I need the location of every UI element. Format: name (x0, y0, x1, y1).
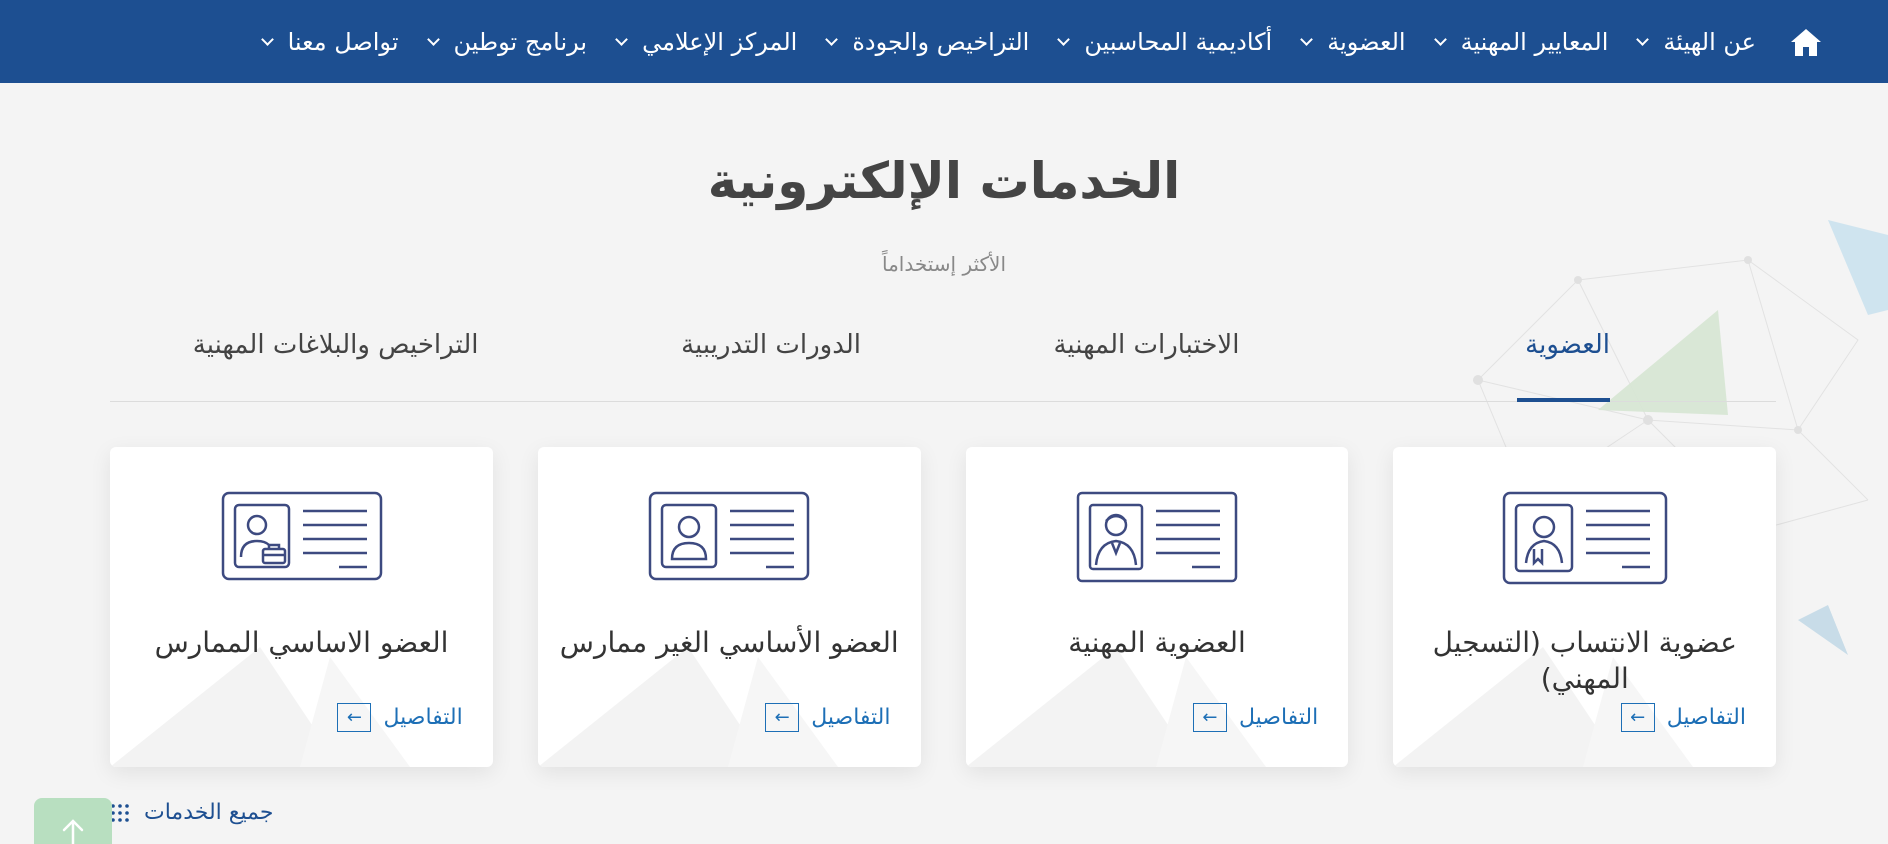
chevron-down-icon (1433, 32, 1447, 46)
tab-professional-exams[interactable]: الاختبارات المهنية (943, 322, 1360, 401)
nav-item-label: التراخيص والجودة (852, 27, 1030, 56)
service-card[interactable]: العضو الاساسي الممارس التفاصيل ← (110, 447, 493, 767)
nav-item-label: عن الهيئة (1663, 27, 1756, 56)
service-card[interactable]: عضوية الانتساب (التسجيل المهني) التفاصيل… (1393, 447, 1776, 767)
chevron-down-icon (615, 32, 628, 46)
service-card[interactable]: العضوية المهنية التفاصيل ← (965, 447, 1349, 767)
card-title: العضو الأساسي الغير ممارس (559, 626, 899, 659)
nav-item-label: تواصل معنا (287, 27, 399, 56)
service-card[interactable]: العضو الأساسي الغير ممارس التفاصيل ← (537, 447, 921, 767)
nav-item-label: المركز الإعلامي (642, 27, 798, 56)
id-card-certificate-icon (1502, 491, 1667, 585)
arrow-left-icon: ← (765, 703, 800, 732)
chevron-down-icon (1057, 32, 1071, 46)
tab-training-courses[interactable]: الدورات التدريبية (527, 322, 944, 401)
tab-label: التراخيص والبلاغات المهنية (192, 330, 479, 360)
page-title: الخدمات الإلكترونية (707, 152, 1181, 210)
chevron-down-icon (1636, 32, 1650, 46)
tab-membership[interactable]: العضوية (1360, 322, 1777, 402)
arrow-left-icon: ← (1192, 703, 1227, 732)
nav-item-label: المعايير المهنية (1460, 27, 1609, 56)
chevron-down-icon (260, 32, 274, 46)
nav-item-academy[interactable]: أكاديمية المحاسبين (1057, 27, 1273, 56)
tab-licenses-reports[interactable]: التراخيص والبلاغات المهنية (110, 322, 527, 401)
card-title: العضو الاساسي الممارس (154, 626, 449, 659)
arrow-up-icon (62, 819, 84, 844)
arrow-left-icon: ← (1620, 703, 1655, 732)
id-card-briefcase-icon (221, 491, 382, 581)
home-button[interactable] (1782, 18, 1830, 66)
details-label: التفاصيل (1238, 705, 1319, 730)
details-link[interactable]: التفاصيل ← (765, 703, 891, 732)
active-tab-indicator (1517, 398, 1610, 402)
details-link[interactable]: التفاصيل ← (1192, 703, 1319, 732)
details-label: التفاصيل (1666, 705, 1746, 730)
tab-label: الدورات التدريبية (681, 330, 861, 360)
nav-item-media[interactable]: المركز الإعلامي (615, 27, 798, 56)
grid-dots-icon (111, 803, 129, 822)
scroll-to-top-button[interactable] (34, 798, 112, 844)
tab-label: الاختبارات المهنية (1053, 330, 1240, 360)
all-services-link[interactable]: جميع الخدمات (110, 800, 273, 825)
chevron-down-icon (825, 32, 839, 46)
nav-item-about[interactable]: عن الهيئة (1636, 27, 1756, 56)
chevron-down-icon (1300, 32, 1314, 46)
nav-item-label: برنامج توطين (453, 27, 588, 56)
nav-item-label: أكاديمية المحاسبين (1084, 27, 1273, 56)
tab-label: العضوية (1525, 330, 1610, 360)
nav-item-contact[interactable]: تواصل معنا (260, 27, 399, 56)
nav-item-tawteen[interactable]: برنامج توطين (426, 27, 588, 56)
chevron-down-icon (426, 32, 440, 46)
services-tabs: العضوية الاختبارات المهنية الدورات التدر… (110, 322, 1776, 402)
all-services-label: جميع الخدمات (144, 800, 274, 825)
main-navbar: عن الهيئة المعايير المهنية العضوية أكادي… (0, 0, 1888, 83)
id-card-person-icon (649, 491, 810, 581)
id-card-professional-icon (1076, 491, 1238, 583)
nav-item-licenses[interactable]: التراخيص والجودة (825, 27, 1030, 56)
details-link[interactable]: التفاصيل ← (1620, 703, 1746, 732)
details-label: التفاصيل (383, 705, 463, 730)
page-subtitle: الأكثر إستخداماً (881, 252, 1007, 276)
nav-item-standards[interactable]: المعايير المهنية (1433, 27, 1609, 56)
card-title: عضوية الانتساب (التسجيل المهني) (1432, 626, 1737, 695)
arrow-left-icon: ← (337, 703, 372, 732)
details-label: التفاصيل (811, 705, 891, 730)
details-link[interactable]: التفاصيل ← (337, 703, 463, 732)
card-title: العضوية المهنية (1068, 626, 1246, 659)
home-icon (1791, 28, 1821, 56)
nav-item-label: العضوية (1327, 27, 1406, 56)
nav-item-membership[interactable]: العضوية (1300, 27, 1406, 56)
service-cards: عضوية الانتساب (التسجيل المهني) التفاصيل… (110, 447, 1776, 767)
